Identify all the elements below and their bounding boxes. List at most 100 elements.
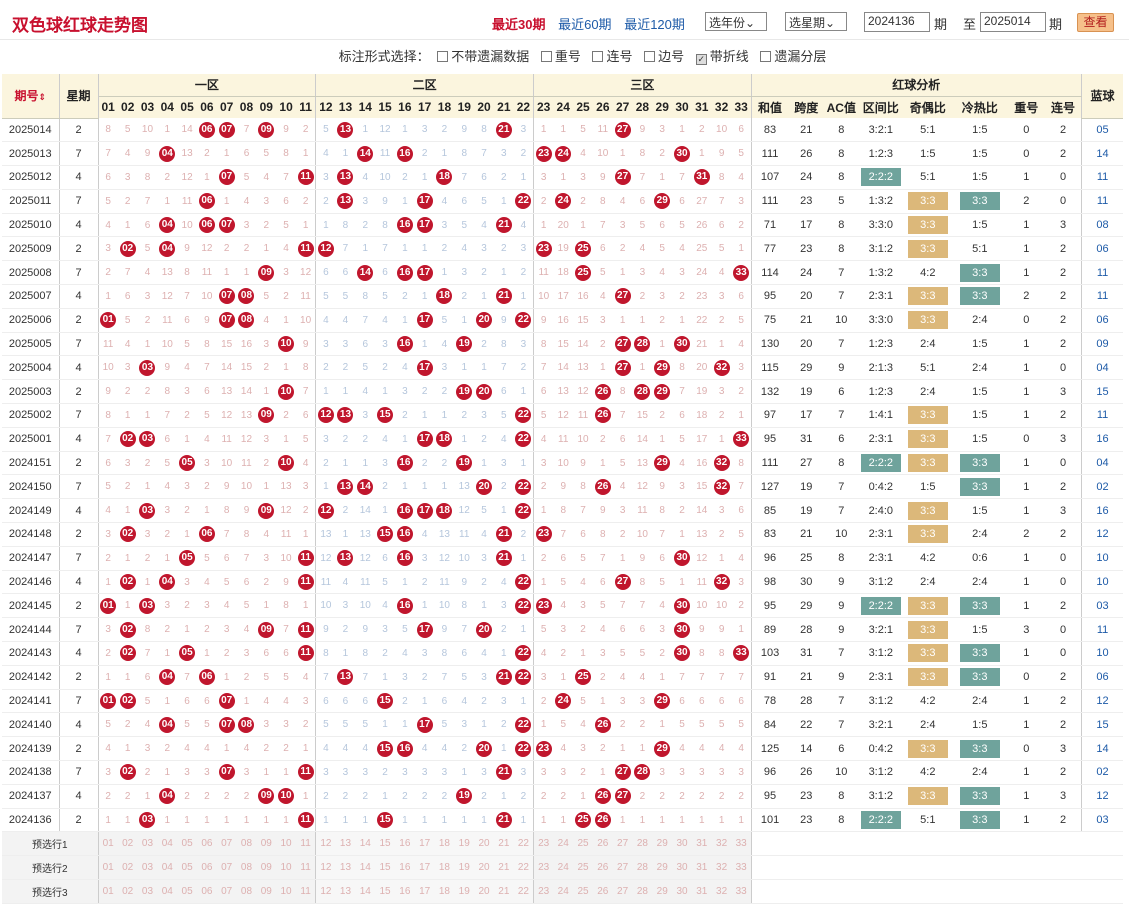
- checkbox[interactable]: [540, 51, 552, 62]
- preselect-number[interactable]: 23: [533, 831, 554, 857]
- preselect-number[interactable]: 06: [196, 855, 217, 880]
- preselect-number[interactable]: 29: [652, 855, 673, 880]
- option-no-miss-data[interactable]: 不带遗漏数据: [437, 49, 529, 64]
- preselect-number[interactable]: 15: [375, 855, 395, 880]
- table-row: 2025003 2 9 2 2 8 3 6 13 14 1 10 7 1 1 4 1 3 2 2 19 20 6 1 6 13 12…: [2, 379, 1124, 405]
- issue-header[interactable]: 期号⇕: [2, 74, 60, 119]
- option-repeat[interactable]: 重号: [540, 49, 581, 64]
- preselect-number[interactable]: 06: [196, 831, 217, 857]
- preselect-number[interactable]: 27: [612, 831, 633, 857]
- preselect-number[interactable]: 17: [414, 855, 435, 880]
- option-consecutive[interactable]: 连号: [592, 49, 633, 64]
- preselect-number[interactable]: 04: [157, 855, 178, 880]
- preselect-number[interactable]: 07: [216, 855, 237, 880]
- from-issue-input[interactable]: 2024136: [864, 12, 930, 32]
- preselect-number[interactable]: 14: [355, 831, 376, 857]
- preselect-number[interactable]: 32: [711, 855, 732, 880]
- preselect-number[interactable]: 16: [394, 831, 415, 857]
- preselect-number[interactable]: 09: [256, 831, 277, 857]
- to-issue-input[interactable]: 2025014: [980, 12, 1046, 32]
- preselect-number[interactable]: 10: [276, 855, 296, 880]
- checkbox-checked[interactable]: ✓: [695, 54, 707, 65]
- preselect-number[interactable]: 19: [454, 831, 475, 857]
- preselect-number[interactable]: 13: [335, 855, 356, 880]
- option-polyline[interactable]: ✓ 带折线: [695, 49, 749, 65]
- preselect-number[interactable]: 05: [177, 831, 197, 857]
- preselect-number[interactable]: 18: [434, 831, 455, 857]
- preselect-number[interactable]: 11: [295, 855, 317, 880]
- preselect-number[interactable]: 22: [513, 831, 535, 857]
- preselect-number[interactable]: 10: [276, 831, 296, 857]
- preselect-number[interactable]: 07: [216, 831, 237, 857]
- red-ball: 30: [674, 336, 690, 353]
- nav-recent-120[interactable]: 最近120期: [624, 17, 685, 32]
- weekday-cell: 2: [59, 379, 99, 405]
- preselect-number[interactable]: 01: [98, 831, 118, 857]
- number-cell: 16: [691, 451, 712, 476]
- preselect-number[interactable]: 30: [672, 831, 692, 857]
- preselect-number[interactable]: 01: [98, 855, 118, 880]
- preselect-number[interactable]: 31: [691, 831, 712, 857]
- preselect-number[interactable]: 16: [394, 855, 415, 880]
- number-cell: 2: [711, 784, 732, 809]
- red-ball: 20: [476, 478, 493, 495]
- page-header: 双色球红球走势图 最近30期 最近60期 最近120期 选年份⌄ 选星期⌄ 20…: [0, 0, 1129, 40]
- preselect-number[interactable]: 03: [137, 855, 158, 880]
- preselect-number[interactable]: 24: [553, 831, 574, 857]
- preselect-number[interactable]: 22: [513, 855, 535, 880]
- preselect-number[interactable]: 03: [137, 831, 158, 857]
- query-button[interactable]: 查看: [1077, 13, 1114, 32]
- number-cell: 6: [117, 284, 138, 309]
- consecutive-cell: 3: [1045, 213, 1082, 238]
- preselect-number[interactable]: 28: [632, 831, 653, 857]
- year-select[interactable]: 选年份⌄: [705, 12, 767, 31]
- table-row: 2024151 2 6 3 2 5 05 3 10 11 2 10 4 2 1 1 3 16 2 2 19 1 3 1 3 10 9…: [2, 451, 1124, 476]
- preselect-number[interactable]: 33: [731, 855, 752, 880]
- option-miss-layer[interactable]: 遗漏分层: [760, 49, 826, 64]
- checkbox[interactable]: [437, 51, 449, 62]
- preselect-number[interactable]: 20: [474, 831, 494, 857]
- preselect-number[interactable]: 04: [157, 831, 178, 857]
- preselect-number[interactable]: 15: [375, 831, 395, 857]
- preselect-number[interactable]: 23: [533, 855, 554, 880]
- preselect-number[interactable]: 21: [493, 855, 514, 880]
- preselect-number[interactable]: 02: [117, 855, 138, 880]
- preselect-number[interactable]: 24: [553, 855, 574, 880]
- preselect-number[interactable]: 25: [573, 831, 593, 857]
- preselect-number[interactable]: 13: [335, 831, 356, 857]
- preselect-number[interactable]: 08: [236, 831, 257, 857]
- checkbox[interactable]: [760, 51, 772, 62]
- preselect-number[interactable]: 05: [177, 855, 197, 880]
- preselect-number[interactable]: 32: [711, 831, 732, 857]
- preselect-number[interactable]: 21: [493, 831, 514, 857]
- preselect-number[interactable]: 14: [355, 855, 376, 880]
- preselect-number[interactable]: 31: [691, 855, 712, 880]
- nav-recent-60[interactable]: 最近60期: [558, 17, 611, 32]
- preselect-number[interactable]: 17: [414, 831, 435, 857]
- number-cell: 5: [98, 189, 118, 214]
- checkbox[interactable]: [644, 51, 656, 62]
- preselect-number[interactable]: 08: [236, 855, 257, 880]
- preselect-number[interactable]: 20: [474, 855, 494, 880]
- preselect-number[interactable]: 27: [612, 855, 633, 880]
- weekday-select[interactable]: 选星期⌄: [785, 12, 847, 31]
- preselect-number[interactable]: 12: [315, 855, 336, 880]
- preselect-number[interactable]: 02: [117, 831, 138, 857]
- red-ball: 21: [495, 669, 512, 686]
- option-edge[interactable]: 边号: [644, 49, 684, 64]
- preselect-number[interactable]: 33: [731, 831, 752, 857]
- sort-icon[interactable]: ⇕: [38, 92, 46, 102]
- preselect-number[interactable]: 12: [315, 831, 336, 857]
- preselect-number[interactable]: 25: [573, 855, 593, 880]
- preselect-number[interactable]: 29: [652, 831, 673, 857]
- preselect-number[interactable]: 30: [672, 855, 692, 880]
- preselect-number[interactable]: 28: [632, 855, 653, 880]
- preselect-number[interactable]: 18: [434, 855, 455, 880]
- checkbox[interactable]: [592, 51, 604, 62]
- nav-recent-30[interactable]: 最近30期: [492, 17, 545, 32]
- preselect-number[interactable]: 26: [592, 855, 613, 880]
- preselect-number[interactable]: 19: [454, 855, 475, 880]
- preselect-number[interactable]: 11: [295, 831, 317, 857]
- preselect-number[interactable]: 26: [592, 831, 613, 857]
- preselect-number[interactable]: 09: [256, 855, 277, 880]
